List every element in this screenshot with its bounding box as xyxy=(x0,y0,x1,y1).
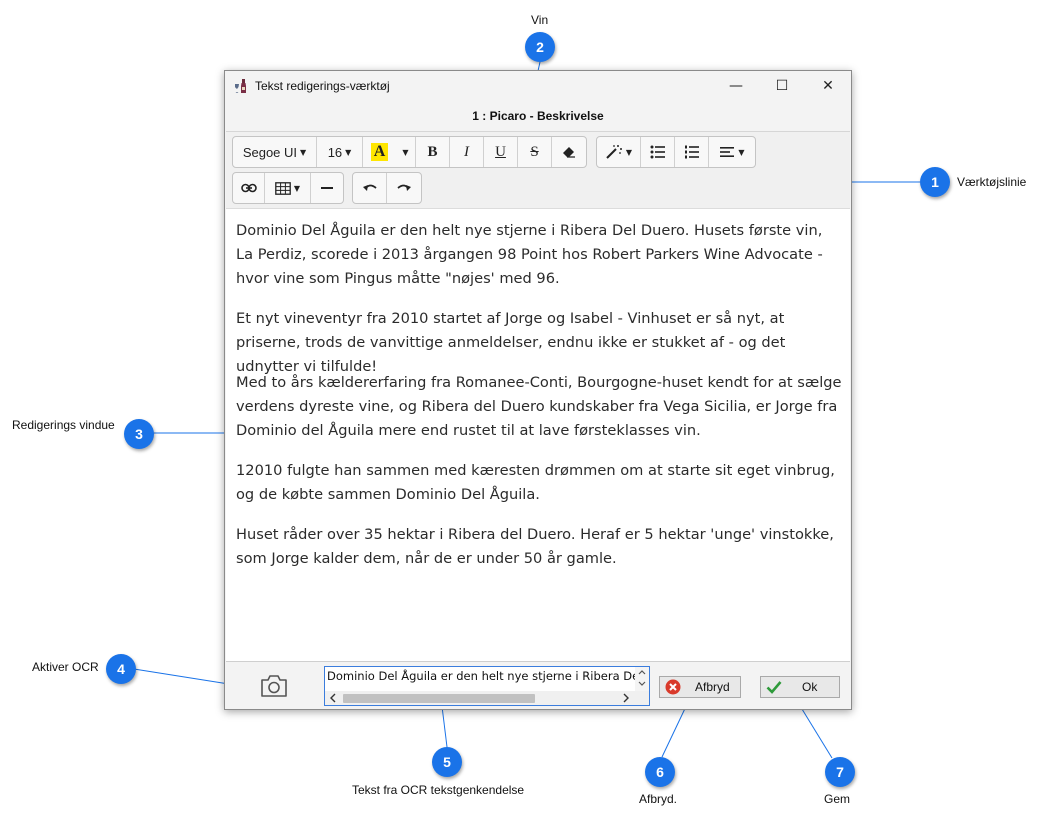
callout-6-badge: 6 xyxy=(645,757,675,787)
scrollbar-thumb[interactable] xyxy=(343,694,535,703)
close-button[interactable]: ✕ xyxy=(805,71,851,101)
undo-icon xyxy=(362,184,377,191)
paragraph: Huset råder over 35 hektar i Ribera del … xyxy=(236,526,834,567)
highlight-letter: A xyxy=(370,143,389,161)
edit-area[interactable]: Dominio Del Åguila er den helt nye stjer… xyxy=(226,208,850,662)
checkmark-icon xyxy=(766,681,782,694)
strikethrough-button[interactable]: S xyxy=(518,137,552,167)
highlight-color-dropdown[interactable]: ▼ xyxy=(396,137,416,167)
chevron-down-icon: ▼ xyxy=(293,183,301,193)
callout-4-badge: 4 xyxy=(106,654,136,684)
chevron-down-icon: ▼ xyxy=(345,147,352,157)
chevron-down-icon: ▼ xyxy=(738,147,745,157)
paragraph: Med to års kældererfaring fra Romanee-Co… xyxy=(236,374,842,439)
align-dropdown[interactable]: ▼ xyxy=(709,137,755,167)
clear-formatting-button[interactable] xyxy=(552,137,586,167)
chevron-down-icon: ▼ xyxy=(402,147,409,157)
paragraph: 12010 fulgte han sammen med kæresten drø… xyxy=(236,462,835,503)
horizontal-scrollbar[interactable] xyxy=(325,691,649,705)
undo-button[interactable] xyxy=(353,173,387,203)
font-size-value: 16 xyxy=(327,144,343,160)
bold-button[interactable]: B xyxy=(416,137,450,167)
window-title: Tekst redigerings-værktøj xyxy=(255,79,390,93)
highlight-color-button[interactable]: A xyxy=(363,137,396,167)
scroll-arrows-icon xyxy=(638,670,646,686)
text-style-group: Segoe UI ▼ 16 ▼ A ▼ B I U S xyxy=(232,136,587,168)
horizontal-rule-icon xyxy=(321,187,333,189)
font-family-dropdown[interactable]: Segoe UI ▼ xyxy=(233,137,317,167)
cancel-button[interactable]: Afbryd xyxy=(659,676,741,698)
callout-1-label: Værktøjslinie xyxy=(957,175,1027,189)
chevron-down-icon: ▼ xyxy=(625,147,633,157)
formatting-toolbar: Segoe UI ▼ 16 ▼ A ▼ B I U S ▼ ▼ ▼ xyxy=(226,131,850,209)
numbered-list-button[interactable] xyxy=(675,137,709,167)
bullet-list-icon xyxy=(650,145,665,159)
callout-4-label: Aktiver OCR xyxy=(32,660,99,674)
minimize-button[interactable]: — xyxy=(713,71,759,101)
magic-wand-icon xyxy=(606,145,622,159)
numbered-list-icon xyxy=(684,145,699,159)
redo-button[interactable] xyxy=(387,173,421,203)
insert-table-dropdown[interactable]: ▼ xyxy=(265,173,311,203)
history-group xyxy=(352,172,422,204)
callout-7-label: Gem xyxy=(824,792,851,806)
text-editor-window: Tekst redigerings-værktøj — ☐ ✕ 1 : Pica… xyxy=(224,70,852,710)
maximize-button[interactable]: ☐ xyxy=(759,71,805,101)
align-left-icon xyxy=(720,147,735,157)
paragraph: Dominio Del Åguila er den helt nye stjer… xyxy=(236,222,823,287)
horizontal-rule-button[interactable] xyxy=(311,173,343,203)
insert-group: ▼ xyxy=(232,172,344,204)
italic-button[interactable]: I xyxy=(450,137,484,167)
title-bar[interactable]: Tekst redigerings-værktøj — ☐ ✕ xyxy=(225,71,851,101)
wine-bottle-icon xyxy=(235,79,246,93)
font-family-value: Segoe UI xyxy=(242,144,298,160)
callout-2-badge: 2 xyxy=(525,32,555,62)
eraser-icon xyxy=(563,147,575,158)
callout-3-label: Redigerings vindue xyxy=(12,418,115,432)
ok-button[interactable]: Ok xyxy=(760,676,840,698)
chevron-right-icon[interactable] xyxy=(621,693,631,703)
insert-link-button[interactable] xyxy=(233,173,265,203)
cancel-label: Afbryd xyxy=(695,680,730,694)
link-icon xyxy=(240,183,257,193)
table-icon xyxy=(275,181,291,195)
callout-5-badge: 5 xyxy=(432,747,462,777)
chevron-down-icon: ▼ xyxy=(300,147,307,157)
paragraph: Et nyt vineventyr fra 2010 startet af Jo… xyxy=(236,310,786,375)
callout-6-label: Afbryd. xyxy=(639,792,678,806)
vertical-scrollbar[interactable] xyxy=(635,667,649,691)
chevron-left-icon[interactable] xyxy=(328,693,338,703)
document-heading: 1 : Picaro - Beskrivelse xyxy=(472,109,604,123)
ocr-text-field[interactable]: Dominio Del Åguila er den helt nye stjer… xyxy=(324,666,650,706)
callout-7-badge: 7 xyxy=(825,757,855,787)
bullet-list-button[interactable] xyxy=(641,137,675,167)
font-size-dropdown[interactable]: 16 ▼ xyxy=(317,137,363,167)
ocr-text-value: Dominio Del Åguila er den helt nye stjer… xyxy=(327,669,650,683)
callout-3-badge: 3 xyxy=(124,419,154,449)
ok-label: Ok xyxy=(802,680,818,694)
camera-icon[interactable] xyxy=(259,673,289,699)
redo-icon xyxy=(397,184,411,191)
callout-2-label: Vin xyxy=(531,13,549,27)
callout-1-badge: 1 xyxy=(920,167,950,197)
cancel-icon xyxy=(665,679,681,695)
magic-style-dropdown[interactable]: ▼ xyxy=(597,137,641,167)
underline-button[interactable]: U xyxy=(484,137,518,167)
paragraph-group: ▼ ▼ xyxy=(596,136,756,168)
callout-5-label: Tekst fra OCR tekstgenkendelse xyxy=(352,783,525,797)
